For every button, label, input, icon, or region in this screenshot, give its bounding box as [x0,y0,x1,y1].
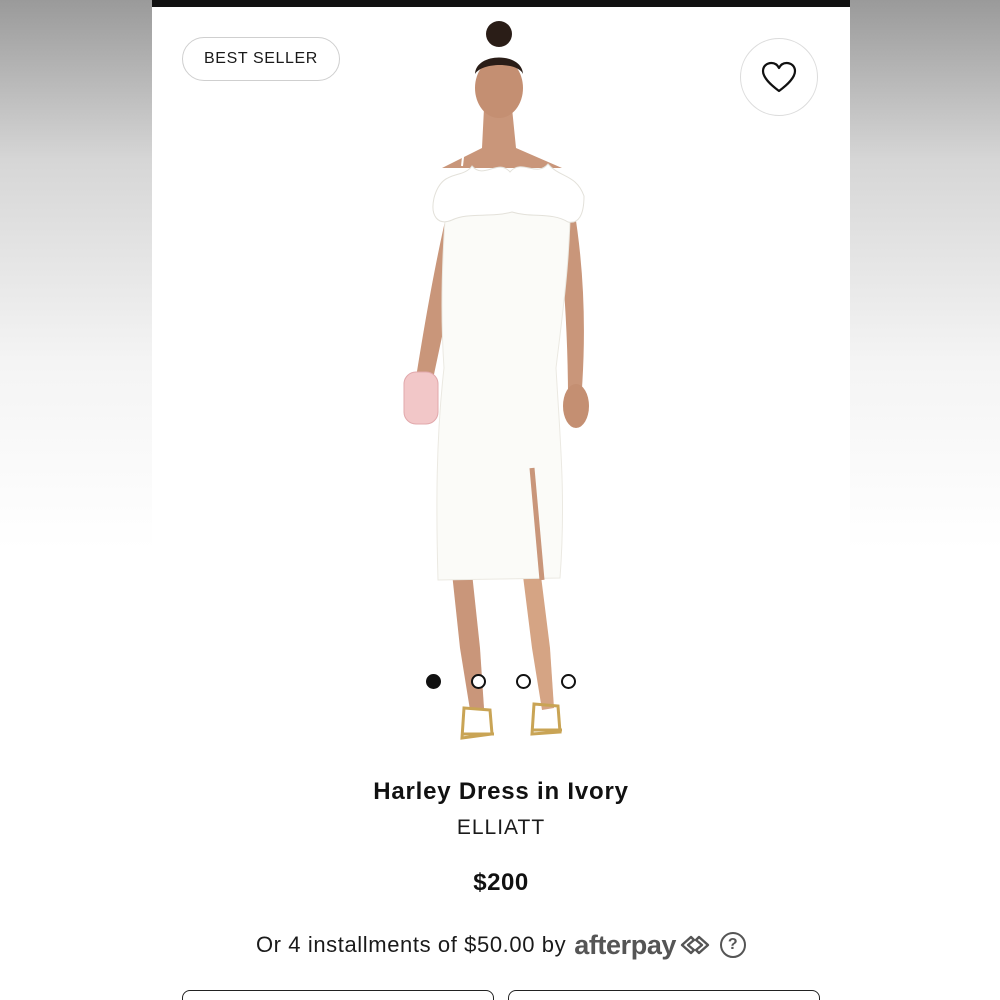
product-page: BEST SELLER Harley Dress in Ivory ELLIAT… [152,0,850,1000]
top-bar [152,0,850,7]
product-image[interactable] [372,8,632,753]
size-select-button[interactable] [182,990,494,1000]
product-price: $200 [473,869,529,896]
right-backdrop [850,0,1000,1000]
question-icon[interactable]: ? [720,932,747,958]
heart-icon [761,61,797,93]
afterpay-logo: afterpay [574,930,712,961]
pagination-dot-1[interactable] [426,674,441,689]
left-backdrop [0,0,152,1000]
best-seller-badge: BEST SELLER [182,37,340,81]
pagination-dot-4[interactable] [561,674,576,689]
image-pagination [424,674,584,690]
favorite-button[interactable] [740,38,818,116]
afterpay-wordmark: afterpay [574,929,677,960]
afterpay-arrows-icon [680,935,710,955]
best-seller-label: BEST SELLER [204,50,318,67]
installments-text: Or 4 installments of $50.00 by [255,932,567,957]
pagination-dot-3[interactable] [516,674,531,689]
pagination-dot-2[interactable] [471,674,486,689]
installments-info: Or 4 installments of $50.00 by afterpay … [152,925,850,965]
add-to-bag-button[interactable] [508,990,820,1000]
product-title: Harley Dress in Ivory [373,778,629,805]
product-brand[interactable]: ELLIATT [152,816,850,840]
